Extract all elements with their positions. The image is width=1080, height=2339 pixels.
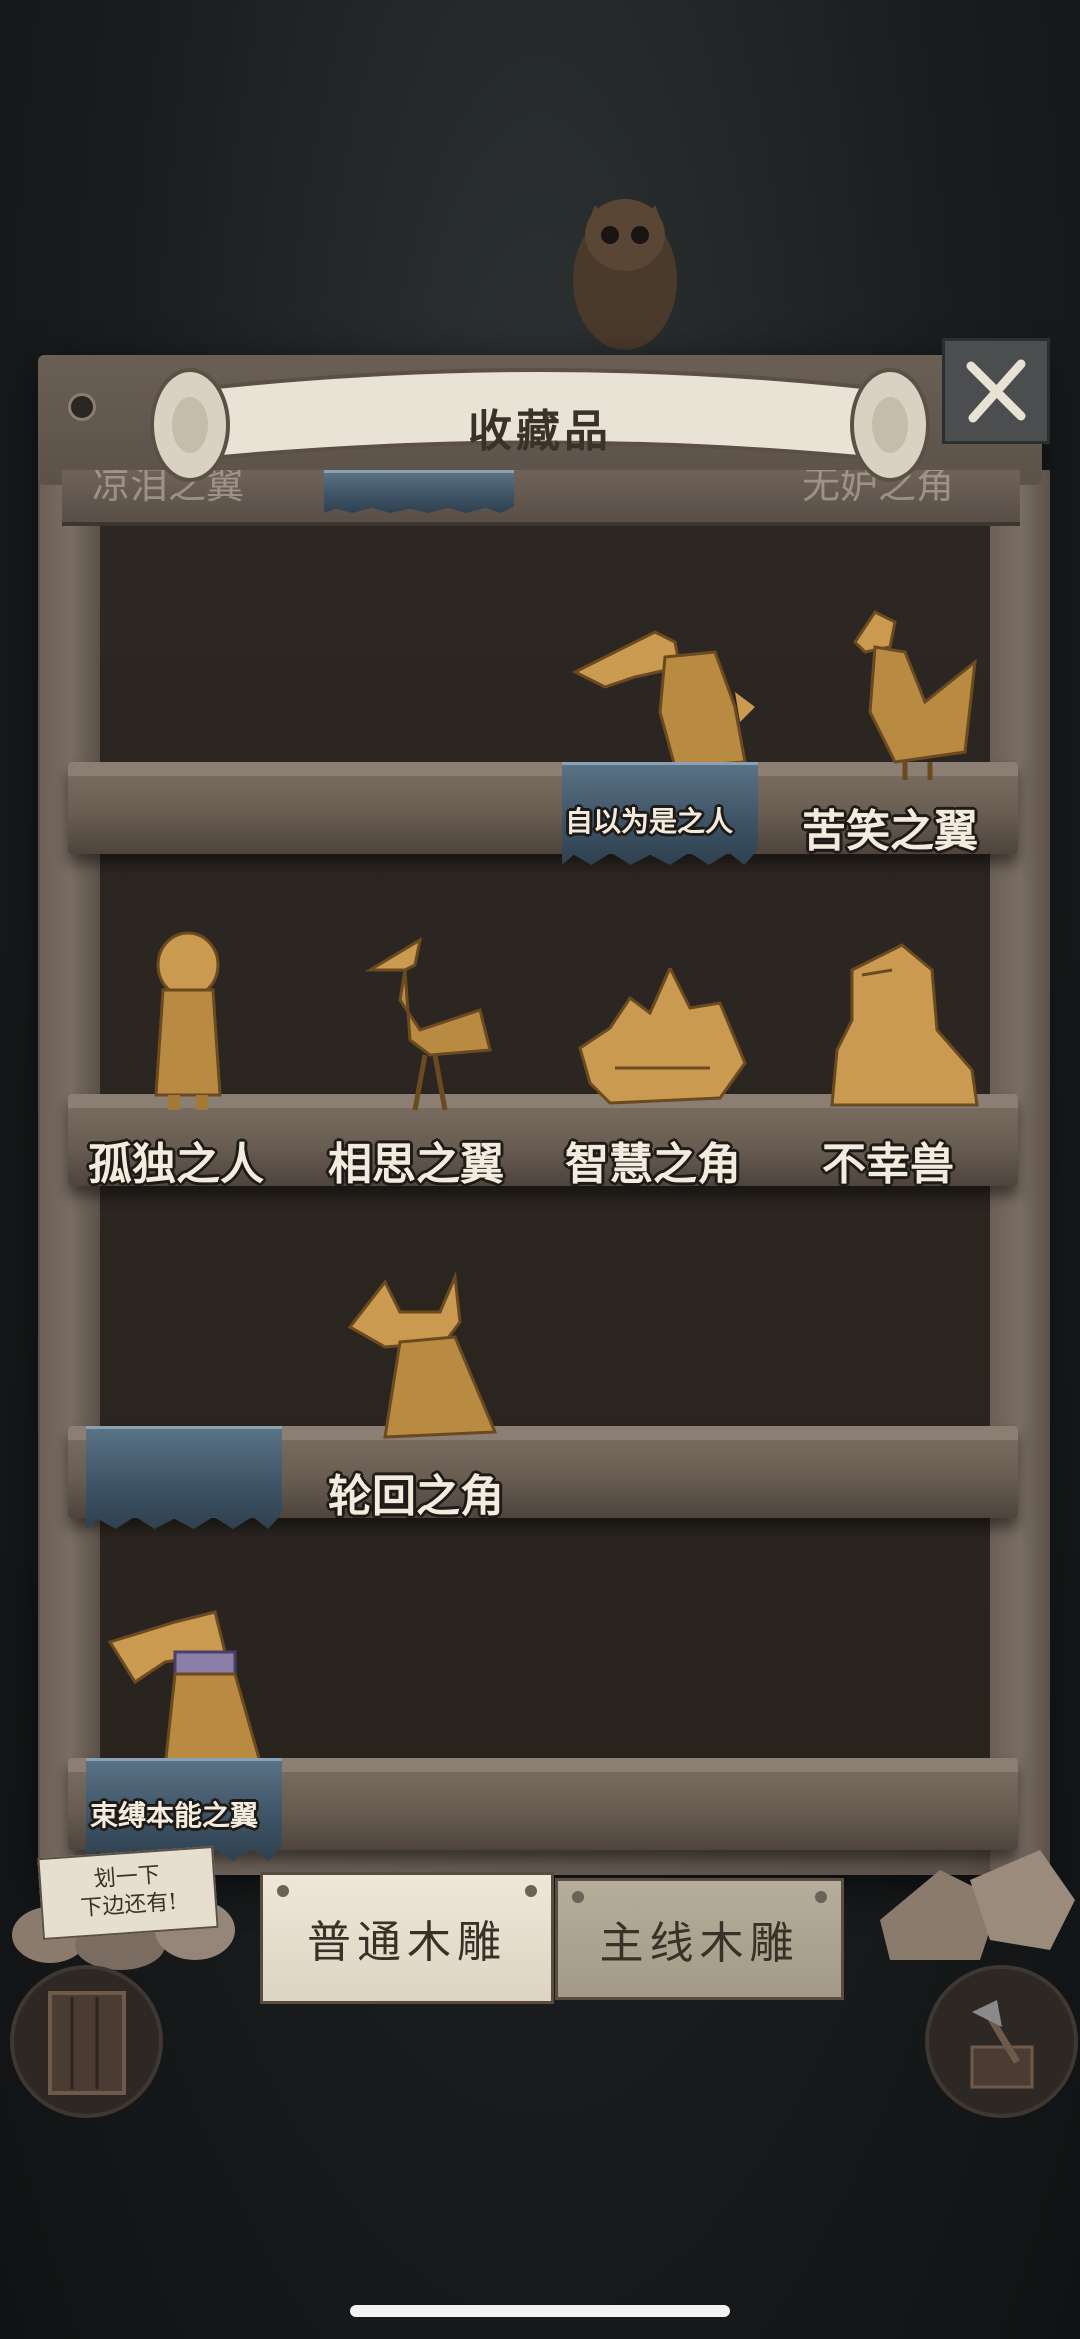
- stones-right: [880, 1850, 1075, 1960]
- tab-main-carvings[interactable]: 主线木雕: [555, 1878, 844, 2000]
- tortoise-carving-icon[interactable]: [570, 968, 750, 1113]
- item-label: 孤独之人: [88, 1139, 264, 1190]
- tab-normal-carvings[interactable]: 普通木雕: [260, 1872, 554, 2004]
- home-indicator[interactable]: [350, 2305, 730, 2317]
- crocodile-man-carving-icon[interactable]: [565, 612, 760, 777]
- tab-label: 主线木雕: [599, 1918, 800, 1969]
- item-label: 苦笑之翼: [802, 806, 978, 857]
- item-label: 相思之翼: [328, 1139, 504, 1190]
- item-label: 不幸兽: [822, 1139, 954, 1190]
- crane-carving-icon[interactable]: [360, 930, 495, 1112]
- rooster-carving-icon[interactable]: [835, 602, 985, 782]
- nail: [68, 393, 96, 421]
- bound-bird-carving-icon[interactable]: [105, 1602, 265, 1777]
- tab-label: 普通木雕: [307, 1917, 507, 1968]
- item-label: 智慧之角: [565, 1139, 741, 1190]
- page-title: 收藏品: [468, 406, 612, 457]
- capybara-carving-icon[interactable]: [822, 940, 982, 1112]
- axe-icon: [970, 1999, 1033, 2088]
- owl-silhouette: [573, 199, 677, 350]
- close-button[interactable]: [942, 338, 1050, 444]
- close-icon: [966, 359, 1026, 423]
- bull-carving-icon[interactable]: [345, 1272, 505, 1442]
- item-label: 自以为是之人: [565, 805, 734, 838]
- item-label: 轮回之角: [328, 1471, 504, 1522]
- girl-carving-icon[interactable]: [148, 930, 228, 1112]
- door-button[interactable]: [10, 1965, 163, 2118]
- door-icon: [47, 1990, 126, 2095]
- item-label: 束缚本能之翼: [90, 1799, 259, 1832]
- scroll-hint: 划一下 下边还有!: [37, 1845, 219, 1941]
- shelf-cloth: [86, 1426, 282, 1529]
- axe-button[interactable]: [925, 1965, 1078, 2118]
